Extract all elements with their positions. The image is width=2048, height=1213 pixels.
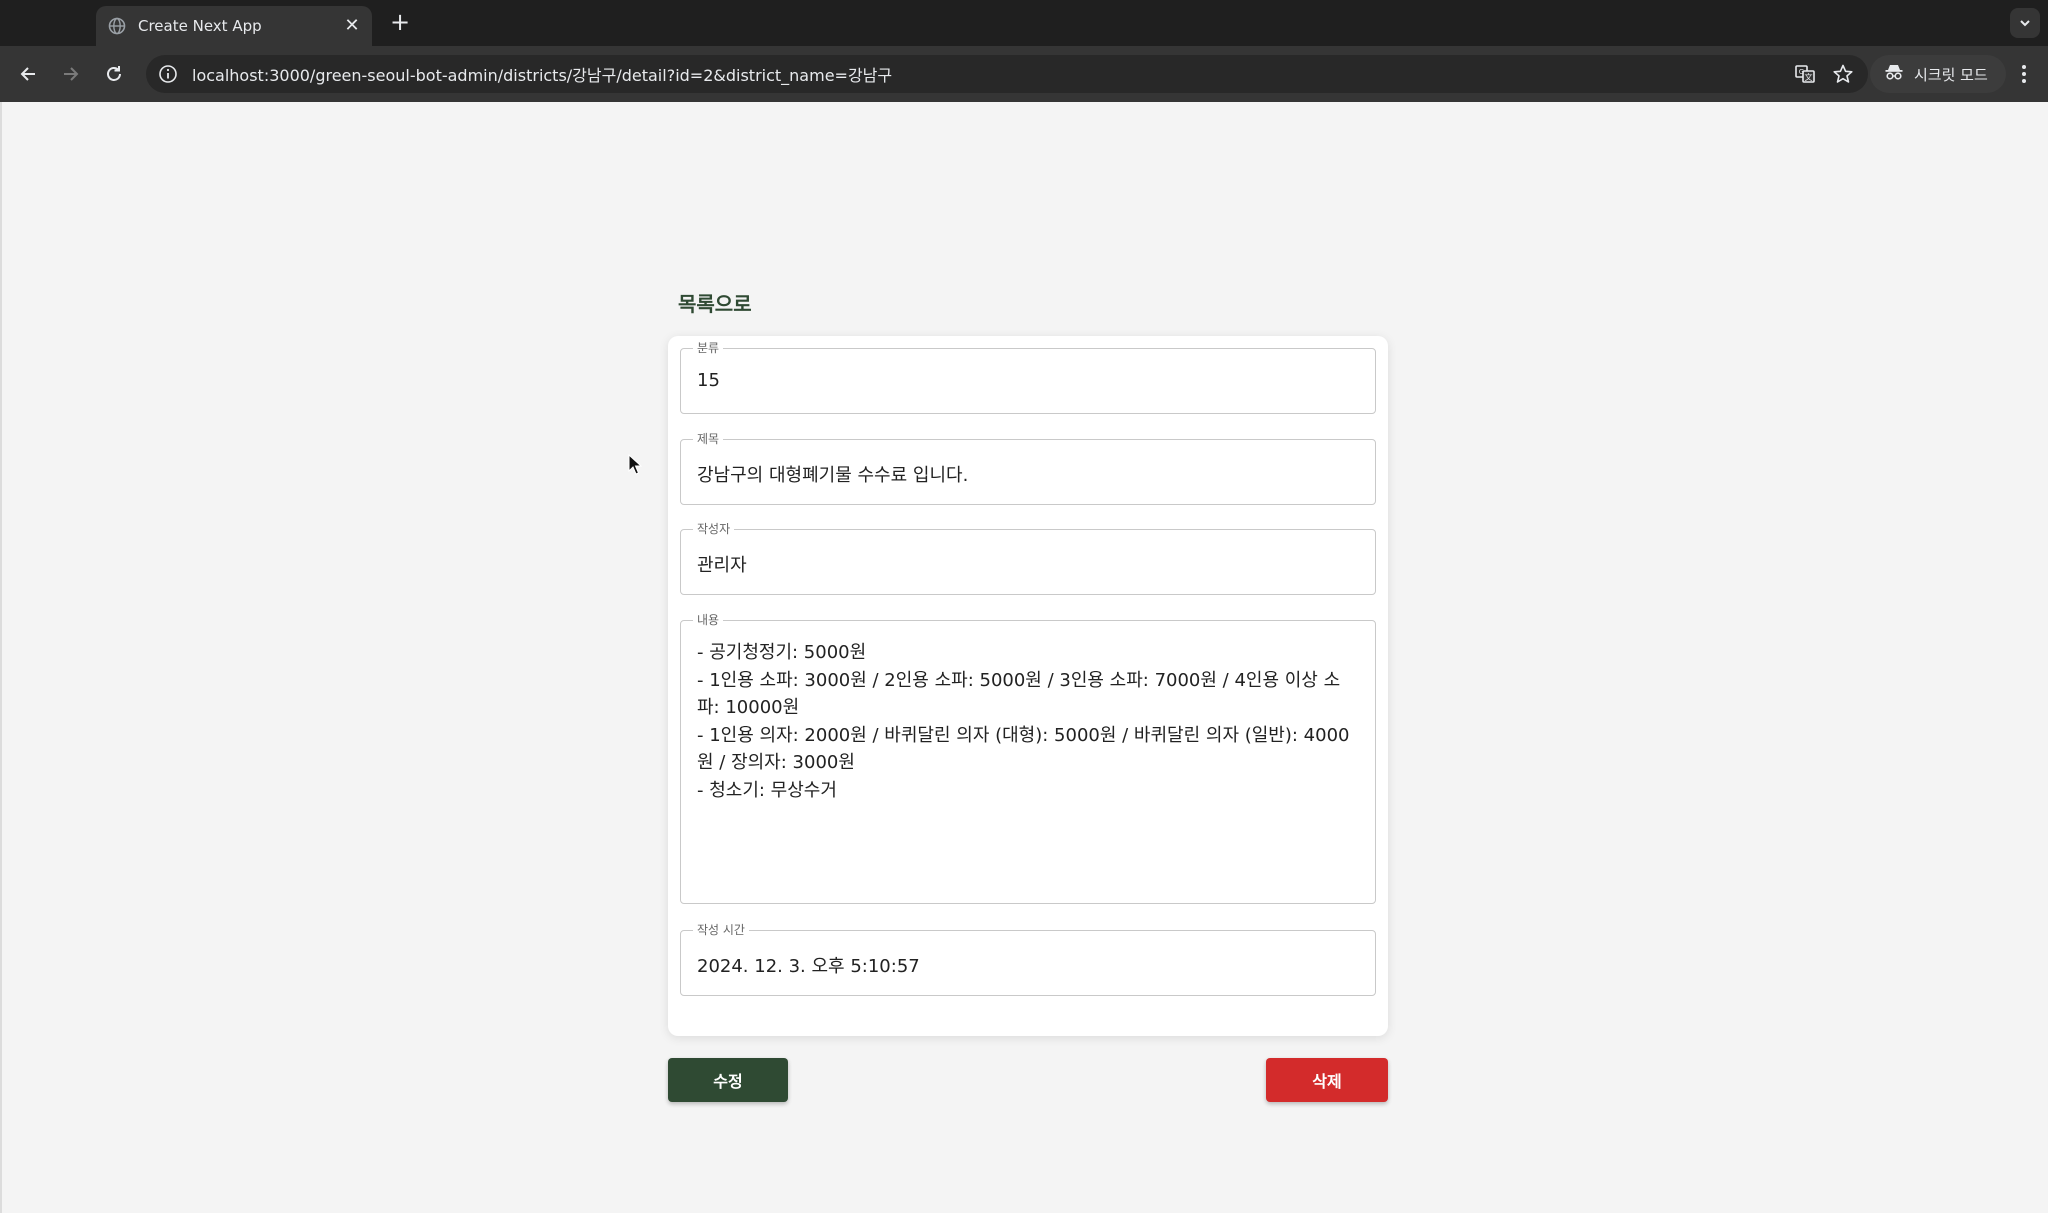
star-icon[interactable] <box>1832 63 1854 85</box>
delete-button[interactable]: 삭제 <box>1266 1058 1388 1102</box>
tab-title: Create Next App <box>138 17 262 35</box>
content-textarea[interactable]: 내용 - 공기청정기: 5000원 - 1인용 소파: 3000원 / 2인용 … <box>680 612 1376 904</box>
edit-button[interactable]: 수정 <box>668 1058 788 1102</box>
created-at-field[interactable]: 작성 시간 2024. 12. 3. 오후 5:10:57 <box>680 922 1376 996</box>
content-line: - 청소기: 무상수거 <box>697 779 837 801</box>
forward-arrow-icon[interactable] <box>57 60 85 88</box>
category-field[interactable]: 분류 15 <box>680 340 1376 414</box>
detail-card: 분류 15 제목 강남구의 대형폐기물 수수료 입니다. 작성자 관리자 내용 … <box>668 336 1388 1036</box>
created-at-label: 작성 시간 <box>693 922 749 938</box>
browser-tab[interactable]: Create Next App ✕ <box>96 6 372 46</box>
incognito-icon <box>1884 63 1904 85</box>
more-vert-icon[interactable] <box>2012 60 2036 88</box>
title-value: 강남구의 대형폐기물 수수료 입니다. <box>697 465 969 486</box>
title-label: 제목 <box>693 431 724 447</box>
reload-icon[interactable] <box>100 60 128 88</box>
author-label: 작성자 <box>693 521 735 537</box>
browser-toolbar: localhost:3000/green-seoul-bot-admin/dis… <box>0 46 2048 102</box>
address-bar[interactable]: localhost:3000/green-seoul-bot-admin/dis… <box>146 55 1868 93</box>
translate-icon[interactable]: 文G <box>1794 63 1816 85</box>
title-field[interactable]: 제목 강남구의 대형폐기물 수수료 입니다. <box>680 431 1376 505</box>
chevron-down-icon[interactable] <box>2010 8 2040 38</box>
content-label: 내용 <box>693 612 724 628</box>
incognito-label: 시크릿 모드 <box>1914 65 1988 84</box>
category-label: 분류 <box>693 340 724 356</box>
plus-icon[interactable]: + <box>386 9 414 37</box>
category-value: 15 <box>697 370 720 391</box>
author-field[interactable]: 작성자 관리자 <box>680 521 1376 595</box>
created-at-value: 2024. 12. 3. 오후 5:10:57 <box>697 956 920 977</box>
globe-icon <box>108 17 126 35</box>
svg-text:文: 文 <box>1805 72 1813 82</box>
content-line: - 공기청정기: 5000원 <box>697 642 867 663</box>
back-arrow-icon[interactable] <box>14 60 42 88</box>
url-text[interactable]: localhost:3000/green-seoul-bot-admin/dis… <box>192 62 892 86</box>
info-icon[interactable] <box>158 64 178 84</box>
content-line: - 1인용 소파: 3000원 / 2인용 소파: 5000원 / 3인용 소파… <box>697 669 1341 719</box>
svg-text:G: G <box>1799 68 1804 76</box>
mouse-cursor-icon <box>628 454 642 475</box>
back-to-list-link[interactable]: 목록으로 <box>678 288 752 317</box>
incognito-badge[interactable]: 시크릿 모드 <box>1870 55 2006 93</box>
page-viewport: 목록으로 분류 15 제목 강남구의 대형폐기물 수수료 입니다. 작성자 관리… <box>0 102 2048 1213</box>
author-value: 관리자 <box>697 555 747 576</box>
tab-strip: Create Next App ✕ + <box>0 0 2048 46</box>
content-line: - 1인용 의자: 2000원 / 바퀴달린 의자 (대형): 5000원 / … <box>697 724 1350 774</box>
content-value: - 공기청정기: 5000원 - 1인용 소파: 3000원 / 2인용 소파:… <box>697 639 1359 804</box>
close-icon[interactable]: ✕ <box>342 16 362 36</box>
